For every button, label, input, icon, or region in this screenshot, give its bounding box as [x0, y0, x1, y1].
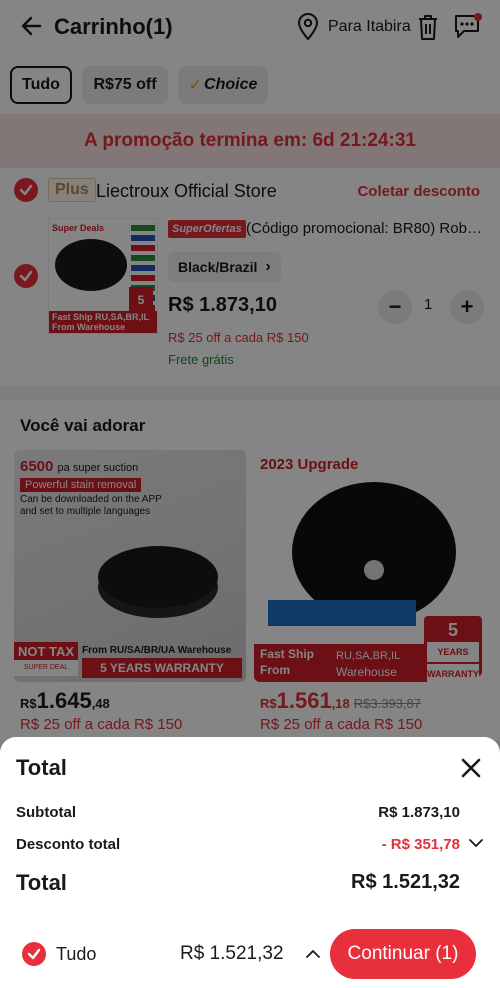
select-all-checkbox[interactable]	[22, 942, 46, 966]
total-label: Total	[16, 870, 67, 895]
discount-value[interactable]: - R$ 351,78	[382, 836, 460, 853]
check-icon	[27, 948, 41, 960]
cart-page: Carrinho(1) Para Itabira Tudo R$75 off ✓…	[0, 0, 500, 988]
discount-label: Desconto total	[16, 836, 121, 853]
total-value: R$ 1.521,32	[351, 871, 460, 893]
bottom-total-price: R$ 1.521,32	[180, 943, 284, 964]
continue-button[interactable]: Continuar (1)	[330, 929, 476, 979]
subtotal-value: R$ 1.873,10	[378, 804, 460, 821]
select-all-label[interactable]: Tudo	[56, 944, 96, 965]
subtotal-label: Subtotal	[16, 804, 76, 821]
chevron-down-icon[interactable]	[468, 835, 484, 851]
sheet-title: Total	[16, 755, 67, 780]
close-icon[interactable]	[458, 755, 484, 781]
chevron-up-icon[interactable]	[304, 945, 322, 963]
total-summary-sheet: Total Subtotal R$ 1.873,10 Desconto tota…	[0, 737, 500, 988]
